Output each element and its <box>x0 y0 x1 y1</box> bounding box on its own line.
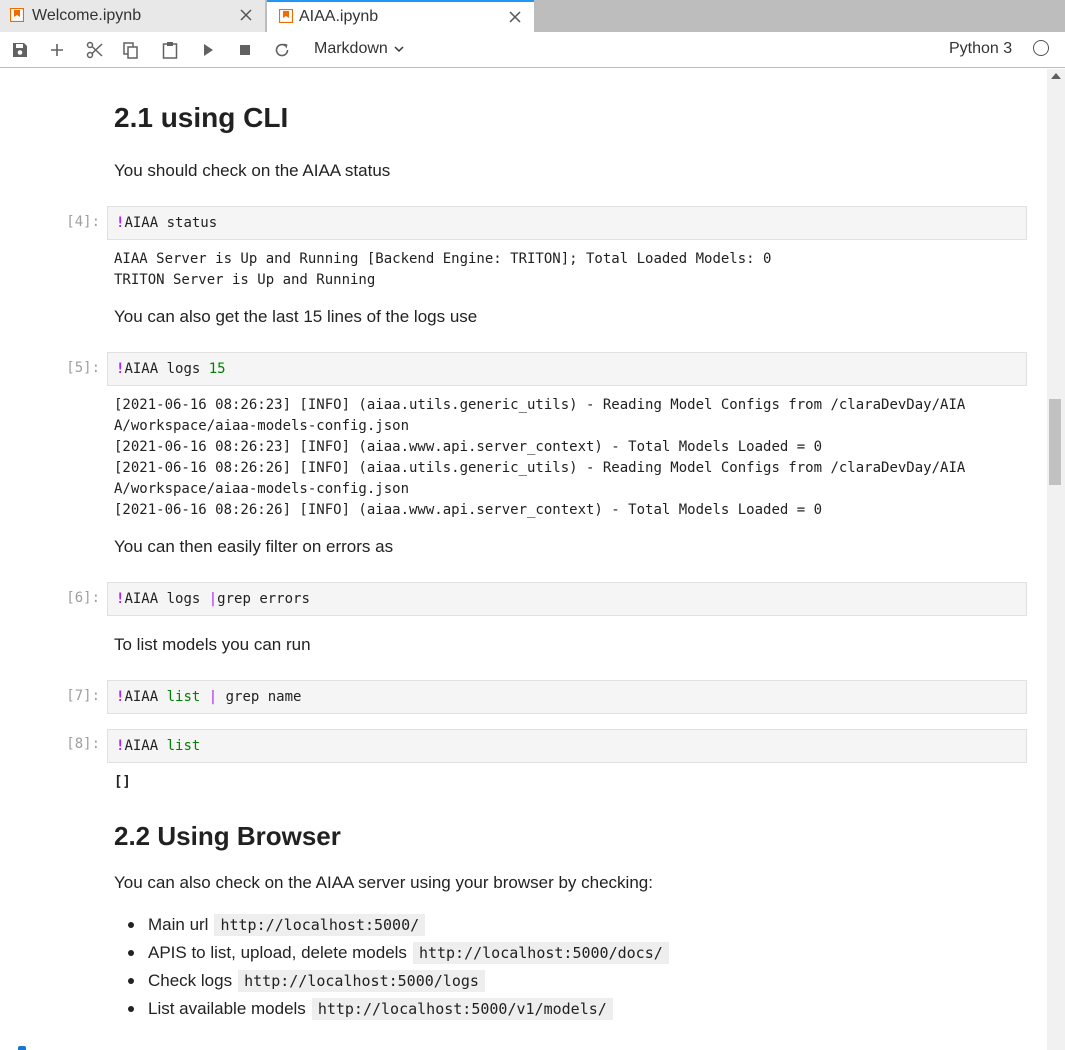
add-icon <box>51 44 63 56</box>
save-icon <box>13 43 27 57</box>
markdown-text: You can also get the last 15 lines of th… <box>114 307 478 326</box>
tab-aiaa[interactable]: AIAA.ipynb <box>267 0 534 32</box>
paste-button[interactable] <box>161 41 179 59</box>
list-item-text: Check logs <box>148 971 233 990</box>
cut-button[interactable] <box>86 41 104 59</box>
copy-button[interactable] <box>122 41 140 59</box>
copy-icon <box>123 42 138 59</box>
paste-icon <box>162 42 178 59</box>
code-text: AIAA logs <box>124 361 209 377</box>
cut-icon <box>86 41 103 59</box>
code-text: AIAA <box>124 738 167 754</box>
cell-output-4: AIAA Server is Up and Running [Backend E… <box>114 251 772 288</box>
tab-label: AIAA.ipynb <box>299 8 379 25</box>
vertical-scrollbar[interactable] <box>1047 69 1065 1050</box>
cell-output-5: [2021-06-16 08:26:23] [INFO] (aiaa.utils… <box>114 397 966 518</box>
code-keyword: list <box>166 738 201 754</box>
list-item-text: Main url <box>148 915 209 934</box>
inline-code-url: http://localhost:5000/logs <box>238 970 485 992</box>
cell-type-label: Markdown <box>314 40 388 57</box>
code-cell-6[interactable]: !AIAA logs |grep errors <box>107 582 1027 616</box>
markdown-text: To list models you can run <box>114 635 311 654</box>
inline-code-url: http://localhost:5000/v1/models/ <box>311 998 613 1020</box>
list-item-text: APIS to list, upload, delete models <box>148 943 407 962</box>
list-item: Check logs http://localhost:5000/logs <box>114 967 669 995</box>
list-item: Main url http://localhost:5000/ <box>114 911 669 939</box>
tab-bar: Welcome.ipynb AIAA.ipynb <box>0 0 1065 32</box>
inline-code-url: http://localhost:5000/ <box>214 914 426 936</box>
stop-button[interactable] <box>236 41 254 59</box>
kernel-status-icon <box>1033 40 1049 56</box>
notebook-panel: 2.1 using CLI You should check on the AI… <box>0 69 1047 1050</box>
code-cell-7[interactable]: !AIAA list | grep name <box>107 680 1027 714</box>
notebook-icon <box>10 8 24 22</box>
code-text: grep errors <box>217 591 310 607</box>
cell-prompt: [8]: <box>66 736 100 752</box>
cell-prompt: [5]: <box>66 360 100 376</box>
code-cell-4[interactable]: !AIAA status <box>107 206 1027 240</box>
add-cell-button[interactable] <box>48 41 66 59</box>
active-cell-marker <box>18 1046 26 1050</box>
list-item: List available models http://localhost:50… <box>114 995 669 1023</box>
heading-browser: 2.2 Using Browser <box>114 821 341 851</box>
close-icon[interactable] <box>239 8 253 22</box>
save-button[interactable] <box>11 41 29 59</box>
list-item-text: List available models <box>148 999 306 1018</box>
scroll-up-arrow-icon[interactable] <box>1051 73 1061 79</box>
markdown-text: You can then easily filter on errors as <box>114 537 394 556</box>
markdown-text: You should check on the AIAA status <box>114 161 391 180</box>
url-list: Main url http://localhost:5000/ APIS to l… <box>114 911 669 1023</box>
cell-type-dropdown[interactable]: Markdown <box>314 40 404 58</box>
inline-code-url: http://localhost:5000/docs/ <box>412 942 669 964</box>
scroll-thumb[interactable] <box>1049 399 1061 485</box>
code-text: AIAA status <box>124 215 218 231</box>
code-number: 15 <box>208 361 226 377</box>
restart-icon <box>275 43 289 57</box>
run-button[interactable] <box>199 41 217 59</box>
code-cell-8[interactable]: !AIAA list <box>107 729 1027 763</box>
heading-cli: 2.1 using CLI <box>114 102 289 133</box>
close-icon[interactable] <box>508 10 522 24</box>
cell-prompt: [7]: <box>66 688 100 704</box>
tab-welcome[interactable]: Welcome.ipynb <box>0 0 266 32</box>
code-text: AIAA logs <box>124 591 209 607</box>
cell-prompt: [4]: <box>66 214 100 230</box>
kernel-name[interactable]: Python 3 <box>949 40 1012 58</box>
cell-prompt: [6]: <box>66 590 100 606</box>
code-text: grep name <box>225 689 302 705</box>
code-text: AIAA <box>124 689 167 705</box>
chevron-down-icon <box>394 46 404 53</box>
markdown-text: You can also check on the AIAA server us… <box>114 873 653 892</box>
code-keyword: list <box>166 689 201 705</box>
code-cell-5[interactable]: !AIAA logs 15 <box>107 352 1027 386</box>
stop-icon <box>240 45 250 55</box>
notebook-icon <box>279 9 293 23</box>
code-pipe: | <box>208 591 218 607</box>
code-pipe: | <box>200 689 226 705</box>
run-icon <box>204 44 213 56</box>
list-item: APIS to list, upload, delete models http:… <box>114 939 669 967</box>
restart-button[interactable] <box>273 41 291 59</box>
cell-output-8: [] <box>114 774 131 790</box>
tab-label: Welcome.ipynb <box>32 7 142 24</box>
notebook-toolbar: Markdown Python 3 <box>0 32 1065 68</box>
